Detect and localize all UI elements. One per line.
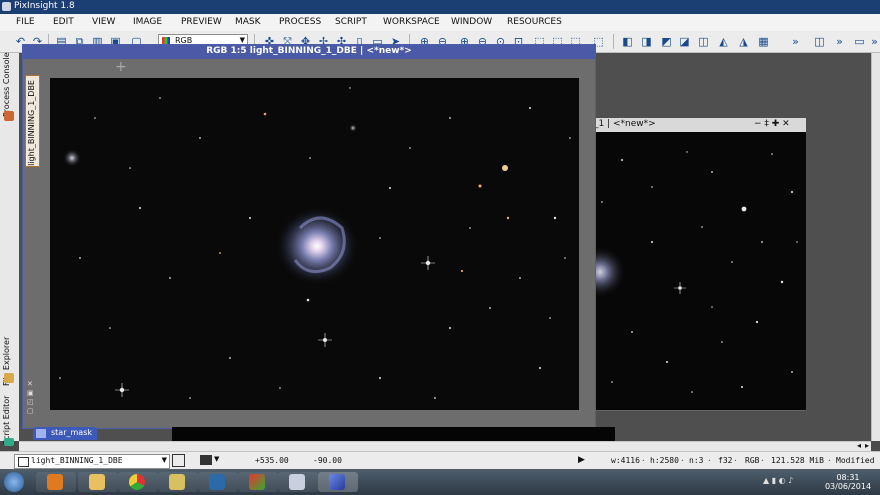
app-6-icon bbox=[249, 474, 265, 490]
menu-view[interactable]: VIEW bbox=[92, 17, 115, 27]
taskbar-chrome[interactable] bbox=[118, 472, 158, 492]
image-width: w:4116 bbox=[611, 456, 640, 465]
mask-icon[interactable]: ◧ bbox=[621, 35, 634, 48]
menu-process[interactable]: PROCESS bbox=[279, 17, 321, 27]
tab-process-console[interactable]: Process Console bbox=[2, 52, 17, 117]
menu-workspace[interactable]: WORKSPACE bbox=[383, 17, 440, 27]
taskbar-media-player[interactable] bbox=[36, 472, 76, 492]
window-title: RGB 1:5 light_BINNING_1_DBE | <*new*> bbox=[206, 46, 412, 56]
media-player-icon bbox=[47, 474, 63, 490]
system-clock[interactable]: 08:31 03/06/2014 bbox=[818, 473, 878, 491]
app-5-icon bbox=[209, 474, 225, 490]
stf-link-icon[interactable]: ◭ bbox=[717, 35, 730, 48]
chrome-icon bbox=[129, 474, 145, 490]
stf-icon[interactable]: ◫ bbox=[697, 35, 710, 48]
pixinsight-icon bbox=[329, 474, 345, 490]
left-tab-strip: Process Console File Explorer Script Edi… bbox=[0, 52, 20, 446]
cursor-x: +535.00 bbox=[255, 456, 289, 465]
mask-enable-icon[interactable]: ◪ bbox=[678, 35, 691, 48]
image-window-secondary[interactable]: _1 | <*new*> bbox=[574, 118, 806, 411]
title-bar: PixInsight 1.8 bbox=[0, 0, 880, 14]
app-icon bbox=[2, 2, 11, 11]
menu-file[interactable]: FILE bbox=[16, 17, 35, 27]
image-strip bbox=[172, 427, 615, 441]
view-selector[interactable]: light_BINNING_1_DBE ▼ bbox=[14, 454, 170, 469]
window-titlebar[interactable]: RGB 1:5 light_BINNING_1_DBE | <*new*> bbox=[23, 45, 595, 59]
taskbar-app-7[interactable] bbox=[278, 472, 318, 492]
starfield-image bbox=[59, 87, 571, 399]
menu-script[interactable]: SCRIPT bbox=[335, 17, 367, 27]
image-canvas[interactable] bbox=[50, 78, 579, 410]
chevron-down-icon: ▼ bbox=[161, 456, 167, 464]
view-window-icon[interactable] bbox=[172, 454, 185, 467]
process-console-icon bbox=[4, 111, 14, 121]
mask-show-icon[interactable]: ◨ bbox=[640, 35, 653, 48]
starfield-image bbox=[574, 151, 798, 393]
more-tools-3-icon[interactable]: » bbox=[868, 35, 880, 48]
app-7-icon bbox=[289, 474, 305, 490]
more-tools-icon[interactable]: » bbox=[789, 35, 802, 48]
channel-count: n:3 bbox=[689, 456, 704, 465]
image-window-main[interactable]: RGB 1:5 light_BINNING_1_DBE | <*new*> + … bbox=[22, 44, 596, 429]
scroll-right-icon[interactable]: ▸ bbox=[865, 441, 869, 450]
folder-icon bbox=[89, 474, 105, 490]
tray-icons[interactable]: ▲ ▮ ◐ ♪ bbox=[763, 476, 793, 485]
menu-image[interactable]: IMAGE bbox=[133, 17, 162, 27]
menu-edit[interactable]: EDIT bbox=[53, 17, 74, 27]
app-title: PixInsight 1.8 bbox=[14, 1, 75, 11]
menu-window[interactable]: WINDOW bbox=[451, 17, 492, 27]
menu-bar: FILE EDIT VIEW IMAGE PREVIEW MASK PROCES… bbox=[0, 14, 880, 32]
stf-reset-icon[interactable]: ◮ bbox=[737, 35, 750, 48]
app-4-icon bbox=[169, 474, 185, 490]
memory-size: 121.528 MiB bbox=[771, 456, 824, 465]
mask-view-tab[interactable]: star_mask bbox=[33, 427, 97, 440]
view-identifier-tab[interactable]: light_BINNING_1_DBE bbox=[25, 75, 40, 167]
crosshair-icon: + bbox=[115, 59, 127, 75]
readout-swatch-icon bbox=[200, 455, 212, 465]
image-canvas[interactable] bbox=[574, 132, 806, 410]
window-title: _1 | <*new*> bbox=[594, 119, 656, 129]
chevron-down-icon[interactable]: ▼ bbox=[214, 455, 219, 463]
image-height: h:2580 bbox=[650, 456, 679, 465]
view-icon bbox=[18, 457, 29, 467]
window-controls[interactable]: − ‡ ✚ ✕ bbox=[754, 119, 790, 129]
status-bar: light_BINNING_1_DBE ▼ ▼ +535.00 -90.00 ▶… bbox=[0, 451, 880, 470]
cursor-y: -90.00 bbox=[313, 456, 342, 465]
taskbar-app-6[interactable] bbox=[238, 472, 278, 492]
mask-invert-icon[interactable]: ◩ bbox=[660, 35, 673, 48]
more-tools-2-icon[interactable]: » bbox=[833, 35, 846, 48]
menu-resources[interactable]: RESOURCES bbox=[507, 17, 562, 27]
layout-icon[interactable]: ◫ bbox=[813, 35, 826, 48]
play-icon[interactable]: ▶ bbox=[578, 455, 585, 465]
stf-auto-icon[interactable]: ▦ bbox=[757, 35, 770, 48]
chevron-down-icon: ▼ bbox=[239, 36, 245, 44]
folder-icon bbox=[4, 373, 14, 383]
taskbar-explorer[interactable] bbox=[78, 472, 118, 492]
script-icon bbox=[4, 438, 14, 446]
mask-tab-icon bbox=[36, 429, 46, 438]
scroll-left-icon[interactable]: ◂ bbox=[857, 441, 861, 450]
window-side-icons[interactable]: ✕ ▣ ◰ ▢ bbox=[27, 380, 39, 420]
taskbar-pixinsight[interactable] bbox=[318, 472, 358, 492]
color-space: RGB bbox=[745, 456, 760, 465]
menu-mask[interactable]: MASK bbox=[235, 17, 261, 27]
taskbar-app-4[interactable] bbox=[158, 472, 198, 492]
taskbar-app-5[interactable] bbox=[198, 472, 238, 492]
os-taskbar: ▲ ▮ ◐ ♪ 08:31 03/06/2014 bbox=[0, 469, 880, 495]
modified-state: Modified bbox=[836, 456, 875, 465]
menu-preview[interactable]: PREVIEW bbox=[181, 17, 222, 27]
monitor-icon[interactable]: ▭ bbox=[853, 35, 866, 48]
start-button-icon[interactable] bbox=[4, 472, 24, 492]
vertical-scrollbar[interactable] bbox=[871, 53, 880, 441]
sample-format: f32 bbox=[718, 456, 733, 465]
